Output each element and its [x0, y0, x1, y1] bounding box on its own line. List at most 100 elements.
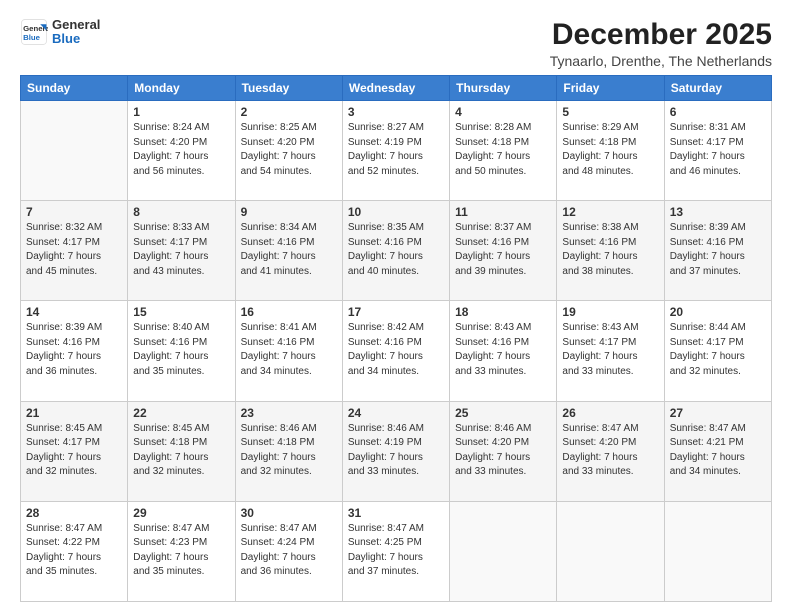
day-info: Sunrise: 8:39 AM Sunset: 4:16 PM Dayligh…: [670, 222, 746, 277]
day-info: Sunrise: 8:43 AM Sunset: 4:17 PM Dayligh…: [562, 322, 638, 377]
calendar-cell: 27Sunrise: 8:47 AM Sunset: 4:21 PM Dayli…: [664, 401, 771, 501]
day-info: Sunrise: 8:39 AM Sunset: 4:16 PM Dayligh…: [26, 322, 102, 377]
calendar-cell: 28 Sunrise: 8:47 AM Sunset: 4:22 PM Dayli…: [21, 501, 128, 601]
day-number: 6: [670, 105, 766, 119]
logo-line2: Blue: [52, 32, 100, 46]
svg-text:Blue: Blue: [23, 33, 41, 42]
day-number: 21: [26, 406, 122, 420]
day-info: Sunrise: 8:44 AM Sunset: 4:17 PM Dayligh…: [670, 322, 746, 377]
calendar-cell: 16Sunrise: 8:41 AM Sunset: 4:16 PM Dayli…: [235, 301, 342, 401]
calendar-week-1: 1Sunrise: 8:24 AM Sunset: 4:20 PM Daylig…: [21, 101, 772, 201]
day-info: Sunrise: 8:46 AM Sunset: 4:18 PM Dayligh…: [241, 423, 317, 478]
calendar-table: SundayMondayTuesdayWednesdayThursdayFrid…: [20, 75, 772, 602]
day-info: Sunrise: 8:40 AM Sunset: 4:16 PM Dayligh…: [133, 322, 209, 377]
day-info: Sunrise: 8:32 AM Sunset: 4:17 PM Dayligh…: [26, 222, 102, 277]
calendar-cell: 26 Sunrise: 8:47 AM Sunset: 4:20 PM Dayli…: [557, 401, 664, 501]
day-info: Sunrise: 8:45 AM Sunset: 4:17 PM Dayligh…: [26, 423, 102, 478]
calendar-cell: 30 Sunrise: 8:47 AM Sunset: 4:24 PM Dayli…: [235, 501, 342, 601]
page: General Blue General Blue December 2025 …: [0, 0, 792, 612]
day-number: 11: [455, 205, 551, 219]
calendar-week-5: 28 Sunrise: 8:47 AM Sunset: 4:22 PM Dayli…: [21, 501, 772, 601]
calendar-cell: 10Sunrise: 8:35 AM Sunset: 4:16 PM Dayli…: [342, 201, 449, 301]
day-number: 4: [455, 105, 551, 119]
day-info: Sunrise: 8:42 AM Sunset: 4:16 PM Dayligh…: [348, 322, 424, 377]
day-number: 22: [133, 406, 229, 420]
day-number: 23: [241, 406, 337, 420]
calendar-week-4: 21 Sunrise: 8:45 AM Sunset: 4:17 PM Dayli…: [21, 401, 772, 501]
day-info: Sunrise: 8:47 AM Sunset: 4:20 PM Dayligh…: [562, 423, 638, 478]
day-info: Sunrise: 8:24 AM Sunset: 4:20 PM Dayligh…: [133, 122, 209, 177]
calendar-cell: 1Sunrise: 8:24 AM Sunset: 4:20 PM Daylig…: [128, 101, 235, 201]
calendar-cell: 15 Sunrise: 8:40 AM Sunset: 4:16 PM Dayli…: [128, 301, 235, 401]
day-number: 26: [562, 406, 658, 420]
day-info: Sunrise: 8:46 AM Sunset: 4:20 PM Dayligh…: [455, 423, 531, 478]
day-number: 27: [670, 406, 766, 420]
day-number: 20: [670, 305, 766, 319]
day-info: Sunrise: 8:31 AM Sunset: 4:17 PM Dayligh…: [670, 122, 746, 177]
header-day-wednesday: Wednesday: [342, 76, 449, 101]
day-number: 12: [562, 205, 658, 219]
calendar-cell: 11 Sunrise: 8:37 AM Sunset: 4:16 PM Dayli…: [450, 201, 557, 301]
calendar-cell: 21 Sunrise: 8:45 AM Sunset: 4:17 PM Dayli…: [21, 401, 128, 501]
header-day-tuesday: Tuesday: [235, 76, 342, 101]
calendar-header-row: SundayMondayTuesdayWednesdayThursdayFrid…: [21, 76, 772, 101]
day-info: Sunrise: 8:27 AM Sunset: 4:19 PM Dayligh…: [348, 122, 424, 177]
calendar-cell: [557, 501, 664, 601]
calendar-cell: 14 Sunrise: 8:39 AM Sunset: 4:16 PM Dayli…: [21, 301, 128, 401]
calendar-cell: 6 Sunrise: 8:31 AM Sunset: 4:17 PM Daylig…: [664, 101, 771, 201]
day-number: 29: [133, 506, 229, 520]
day-info: Sunrise: 8:47 AM Sunset: 4:23 PM Dayligh…: [133, 523, 209, 578]
calendar-cell: 4 Sunrise: 8:28 AM Sunset: 4:18 PM Daylig…: [450, 101, 557, 201]
day-number: 15: [133, 305, 229, 319]
calendar-cell: 20 Sunrise: 8:44 AM Sunset: 4:17 PM Dayli…: [664, 301, 771, 401]
day-number: 5: [562, 105, 658, 119]
day-number: 14: [26, 305, 122, 319]
calendar-cell: 17 Sunrise: 8:42 AM Sunset: 4:16 PM Dayli…: [342, 301, 449, 401]
day-info: Sunrise: 8:34 AM Sunset: 4:16 PM Dayligh…: [241, 222, 317, 277]
day-info: Sunrise: 8:35 AM Sunset: 4:16 PM Dayligh…: [348, 222, 424, 277]
day-number: 30: [241, 506, 337, 520]
calendar-cell: 7 Sunrise: 8:32 AM Sunset: 4:17 PM Daylig…: [21, 201, 128, 301]
day-number: 19: [562, 305, 658, 319]
day-info: Sunrise: 8:43 AM Sunset: 4:16 PM Dayligh…: [455, 322, 531, 377]
day-number: 2: [241, 105, 337, 119]
day-number: 7: [26, 205, 122, 219]
day-number: 3: [348, 105, 444, 119]
day-info: Sunrise: 8:38 AM Sunset: 4:16 PM Dayligh…: [562, 222, 638, 277]
header-day-saturday: Saturday: [664, 76, 771, 101]
header-day-friday: Friday: [557, 76, 664, 101]
calendar-cell: 8Sunrise: 8:33 AM Sunset: 4:17 PM Daylig…: [128, 201, 235, 301]
calendar-cell: 24 Sunrise: 8:46 AM Sunset: 4:19 PM Dayli…: [342, 401, 449, 501]
day-number: 13: [670, 205, 766, 219]
calendar-cell: [450, 501, 557, 601]
header-day-monday: Monday: [128, 76, 235, 101]
logo-icon: General Blue: [20, 18, 48, 46]
header: General Blue General Blue December 2025 …: [20, 18, 772, 69]
day-info: Sunrise: 8:47 AM Sunset: 4:22 PM Dayligh…: [26, 523, 102, 578]
day-info: Sunrise: 8:37 AM Sunset: 4:16 PM Dayligh…: [455, 222, 531, 277]
calendar-cell: 3 Sunrise: 8:27 AM Sunset: 4:19 PM Daylig…: [342, 101, 449, 201]
calendar-cell: 12 Sunrise: 8:38 AM Sunset: 4:16 PM Dayli…: [557, 201, 664, 301]
day-number: 28: [26, 506, 122, 520]
day-number: 24: [348, 406, 444, 420]
day-info: Sunrise: 8:45 AM Sunset: 4:18 PM Dayligh…: [133, 423, 209, 478]
day-info: Sunrise: 8:46 AM Sunset: 4:19 PM Dayligh…: [348, 423, 424, 478]
calendar-cell: 18 Sunrise: 8:43 AM Sunset: 4:16 PM Dayli…: [450, 301, 557, 401]
calendar-cell: 13 Sunrise: 8:39 AM Sunset: 4:16 PM Dayli…: [664, 201, 771, 301]
calendar-cell: 9Sunrise: 8:34 AM Sunset: 4:16 PM Daylig…: [235, 201, 342, 301]
calendar-cell: 2 Sunrise: 8:25 AM Sunset: 4:20 PM Daylig…: [235, 101, 342, 201]
day-number: 17: [348, 305, 444, 319]
header-day-thursday: Thursday: [450, 76, 557, 101]
day-number: 31: [348, 506, 444, 520]
day-number: 8: [133, 205, 229, 219]
day-info: Sunrise: 8:25 AM Sunset: 4:20 PM Dayligh…: [241, 122, 317, 177]
logo: General Blue General Blue: [20, 18, 100, 47]
day-info: Sunrise: 8:47 AM Sunset: 4:24 PM Dayligh…: [241, 523, 317, 578]
main-title: December 2025: [550, 18, 772, 51]
calendar-cell: 22 Sunrise: 8:45 AM Sunset: 4:18 PM Dayli…: [128, 401, 235, 501]
day-info: Sunrise: 8:28 AM Sunset: 4:18 PM Dayligh…: [455, 122, 531, 177]
calendar-cell: 19 Sunrise: 8:43 AM Sunset: 4:17 PM Dayli…: [557, 301, 664, 401]
day-number: 18: [455, 305, 551, 319]
calendar-cell: [21, 101, 128, 201]
calendar-cell: [664, 501, 771, 601]
